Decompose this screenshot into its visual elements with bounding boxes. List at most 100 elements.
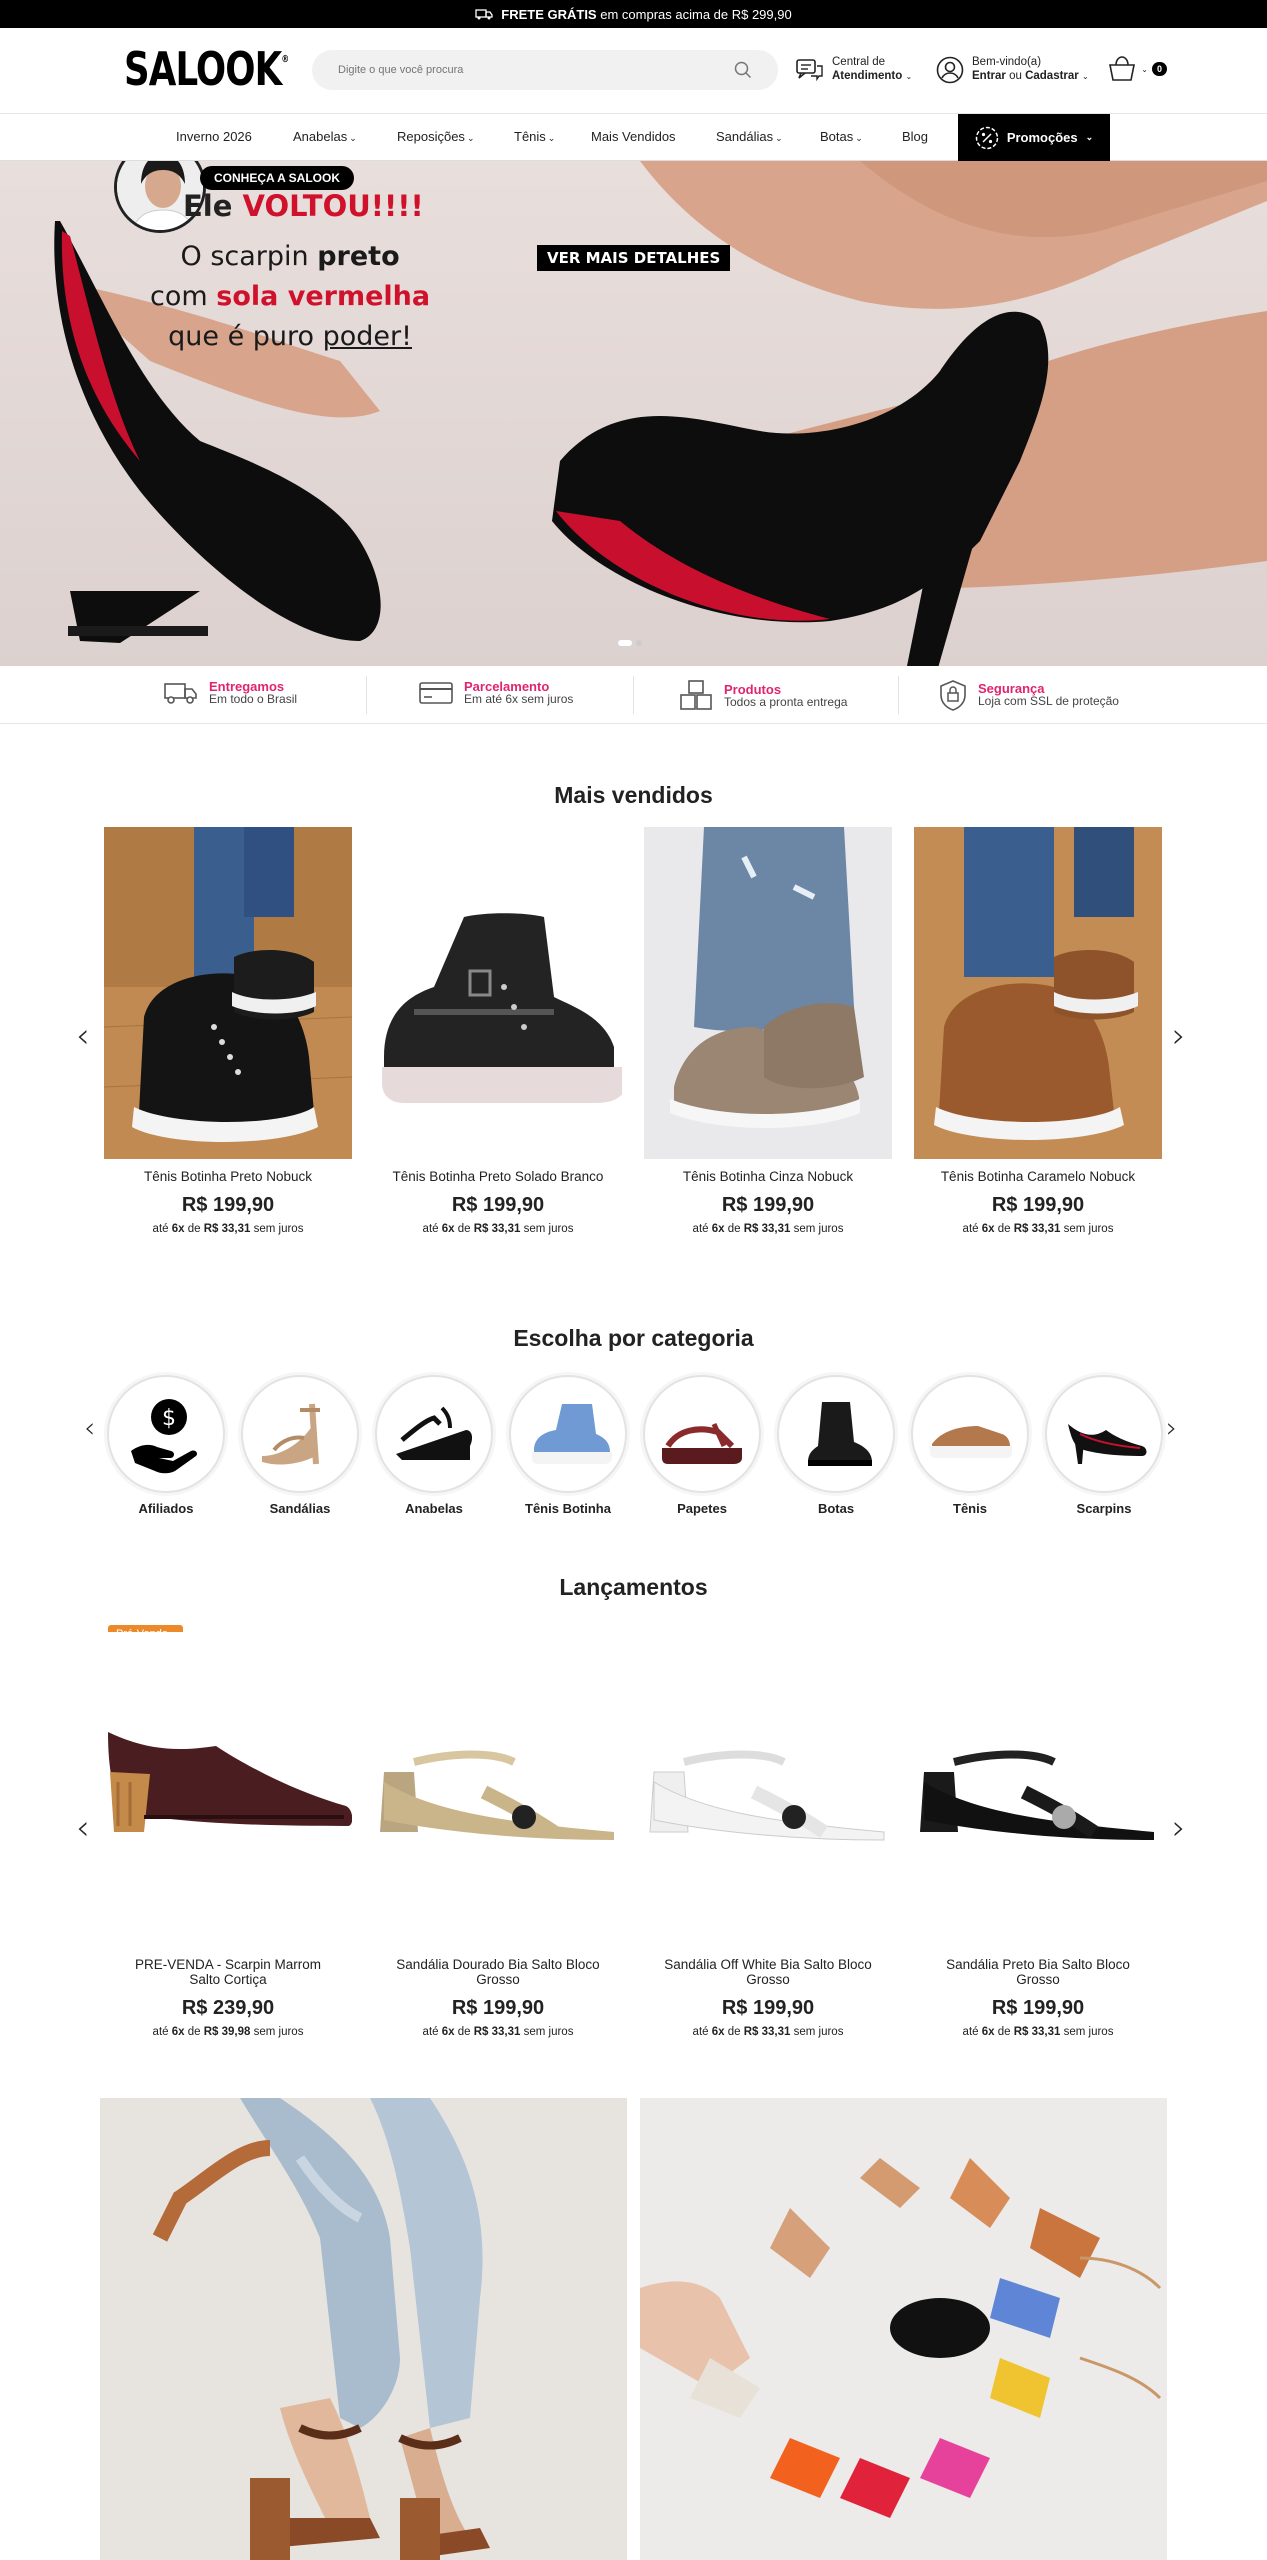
product-card[interactable]: Sandália Off White Bia Salto Bloco Gross… xyxy=(644,1632,892,2038)
nav-item-reposicoes[interactable]: Reposições ⌄ xyxy=(397,129,474,144)
category-label[interactable]: Afiliados xyxy=(107,1501,225,1516)
product-name[interactable]: Tênis Botinha Cinza Nobuck xyxy=(644,1169,892,1184)
launches-next-arrow[interactable]: › xyxy=(1172,1808,1186,1848)
product-card[interactable]: Tênis Botinha Cinza Nobuck R$ 199,90 até… xyxy=(644,827,892,1235)
carousel-dot-active[interactable] xyxy=(618,640,632,646)
money-hand-icon: $ xyxy=(131,1399,198,1474)
sandal-image xyxy=(262,1403,320,1465)
category-tenis-botinha[interactable]: Tênis Botinha xyxy=(509,1375,627,1516)
nav-item-mais-vendidos[interactable]: Mais Vendidos xyxy=(591,129,676,144)
hero-copy: O scarpin preto com sola vermelha que é … xyxy=(150,241,431,352)
product-card[interactable]: Sandália Dourado Bia Salto Bloco Grosso … xyxy=(374,1632,622,2038)
category-label[interactable]: Botas xyxy=(777,1501,895,1516)
category-tenis[interactable]: Tênis xyxy=(911,1375,1029,1516)
product-price: R$ 199,90 xyxy=(991,1194,1085,1216)
user-icon xyxy=(936,56,964,83)
product-card[interactable]: PRE-VENDA - Scarpin Marrom Salto Cortiça… xyxy=(104,1632,352,2038)
hero-banner[interactable]: CONHEÇA A SALOOK Ele VOLTOU!!!! O scarpi… xyxy=(0,161,1267,666)
flat-sandal-image xyxy=(662,1422,742,1464)
login-link[interactable]: Entrar xyxy=(972,70,1006,82)
category-papetes[interactable]: Papetes xyxy=(643,1375,761,1516)
product-image[interactable] xyxy=(104,1632,352,1947)
product-card[interactable]: Tênis Botinha Preto Solado Branco R$ 199… xyxy=(374,827,622,1235)
product-price: R$ 199,90 xyxy=(451,1194,545,1216)
product-price: R$ 199,90 xyxy=(721,1997,815,2019)
promo-banner-right[interactable] xyxy=(640,2098,1167,2560)
categories-prev-arrow[interactable]: ‹ xyxy=(84,1411,95,1444)
promo-banner-left[interactable] xyxy=(100,2098,627,2560)
benefit-subtitle: Em todo o Brasil xyxy=(209,692,298,706)
svg-text:$: $ xyxy=(162,1406,176,1431)
category-label[interactable]: Anabelas xyxy=(375,1501,493,1516)
product-name[interactable]: Tênis Botinha Preto Solado Branco xyxy=(374,1169,622,1184)
boxes-icon xyxy=(680,680,712,710)
best-sellers-prev-arrow[interactable]: ‹ xyxy=(76,1016,90,1056)
cart-button[interactable]: ⌄ 0 xyxy=(1107,55,1167,83)
product-installments: até 6x de R$ 33,31 sem juros xyxy=(422,2026,574,2038)
product-image[interactable] xyxy=(374,1632,622,1947)
category-label[interactable]: Papetes xyxy=(643,1501,761,1516)
free-shipping-text: em compras acima de R$ 299,90 xyxy=(600,6,792,22)
hero-details-button[interactable]: VER MAIS DETALHES xyxy=(537,245,731,271)
benefit-products: Produtos Todos a pronta entrega xyxy=(678,679,847,713)
product-card[interactable]: Tênis Botinha Caramelo Nobuck R$ 199,90 … xyxy=(914,827,1162,1235)
site-header: SALOOK® Central deAtendimento ⌄ Bem-vind… xyxy=(0,28,1267,114)
search-input[interactable] xyxy=(338,64,718,76)
category-sandalias[interactable]: Sandálias xyxy=(241,1375,359,1516)
product-card[interactable]: Tênis Botinha Preto Nobuck R$ 199,90 até… xyxy=(104,827,352,1235)
nav-item-tenis[interactable]: Tênis ⌄ xyxy=(514,129,555,144)
percent-badge-icon xyxy=(975,126,999,149)
product-image[interactable] xyxy=(914,1632,1162,1947)
pump-shoe-image xyxy=(1068,1424,1147,1464)
free-shipping-bar: FRETE GRÁTIS em compras acima de R$ 299,… xyxy=(0,0,1267,28)
register-link[interactable]: Cadastrar xyxy=(1025,70,1079,82)
carousel-dot[interactable] xyxy=(636,640,642,646)
product-image[interactable] xyxy=(644,1632,892,1947)
categories-next-arrow[interactable]: › xyxy=(1166,1411,1177,1444)
product-name[interactable]: PRE-VENDA - Scarpin Marrom Salto Cortiça xyxy=(104,1957,352,1987)
product-installments: até 6x de R$ 33,31 sem juros xyxy=(962,1223,1114,1235)
category-botas[interactable]: Botas xyxy=(777,1375,895,1516)
search-icon[interactable] xyxy=(734,61,752,79)
product-name[interactable]: Sandália Dourado Bia Salto Bloco Grosso xyxy=(374,1957,622,1987)
carousel-dots[interactable] xyxy=(618,640,642,646)
free-shipping-bold: FRETE GRÁTIS xyxy=(501,6,597,22)
high-top-sneaker-image xyxy=(532,1404,612,1464)
product-image[interactable] xyxy=(104,827,352,1159)
product-name[interactable]: Tênis Botinha Caramelo Nobuck xyxy=(914,1169,1162,1184)
product-image[interactable] xyxy=(374,827,622,1159)
sneaker-image xyxy=(930,1426,1012,1458)
category-label[interactable]: Scarpins xyxy=(1045,1501,1163,1516)
nav-item-sandalias[interactable]: Sandálias ⌄ xyxy=(716,129,783,144)
product-installments: até 6x de R$ 33,31 sem juros xyxy=(692,1223,844,1235)
category-label[interactable]: Tênis xyxy=(911,1501,1029,1516)
account-greeting: Bem-vindo(a) xyxy=(972,56,1042,68)
product-name[interactable]: Sandália Preto Bia Salto Bloco Grosso xyxy=(914,1957,1162,1987)
account-link[interactable]: Bem-vindo(a) Entrar ou Cadastrar ⌄ xyxy=(936,55,1089,84)
best-sellers-next-arrow[interactable]: › xyxy=(1172,1016,1186,1056)
nav-item-botas[interactable]: Botas ⌄ xyxy=(820,129,863,144)
launches-prev-arrow[interactable]: ‹ xyxy=(76,1808,90,1848)
category-label[interactable]: Sandálias xyxy=(241,1501,359,1516)
nav-item-inverno[interactable]: Inverno 2026 xyxy=(176,129,252,144)
cart-count-badge: 0 xyxy=(1151,62,1167,76)
site-logo[interactable]: SALOOK® xyxy=(124,42,289,96)
product-image[interactable] xyxy=(644,827,892,1159)
product-installments: até 6x de R$ 33,31 sem juros xyxy=(422,1223,574,1235)
product-card[interactable]: Sandália Preto Bia Salto Bloco Grosso R$… xyxy=(914,1632,1162,2038)
nav-item-anabelas[interactable]: Anabelas ⌄ xyxy=(293,129,357,144)
product-image[interactable] xyxy=(914,827,1162,1159)
category-anabelas[interactable]: Anabelas xyxy=(375,1375,493,1516)
category-scarpins[interactable]: Scarpins xyxy=(1045,1375,1163,1516)
category-label[interactable]: Tênis Botinha xyxy=(509,1501,627,1516)
nav-item-blog[interactable]: Blog xyxy=(902,129,928,144)
support-line2: Atendimento xyxy=(832,70,903,82)
about-salook-label[interactable]: CONHEÇA A SALOOK xyxy=(200,166,354,190)
benefit-delivery: Entregamos Em todo o Brasil xyxy=(163,679,297,707)
nav-item-promocoes[interactable]: Promoções ⌄ xyxy=(958,114,1110,161)
product-name[interactable]: Sandália Off White Bia Salto Bloco Gross… xyxy=(644,1957,892,1987)
category-afiliados[interactable]: $ Afiliados xyxy=(107,1375,225,1516)
support-link[interactable]: Central de Atendimento ⌄ xyxy=(796,55,912,84)
product-name[interactable]: Tênis Botinha Preto Nobuck xyxy=(104,1169,352,1184)
chat-icon xyxy=(796,58,823,81)
